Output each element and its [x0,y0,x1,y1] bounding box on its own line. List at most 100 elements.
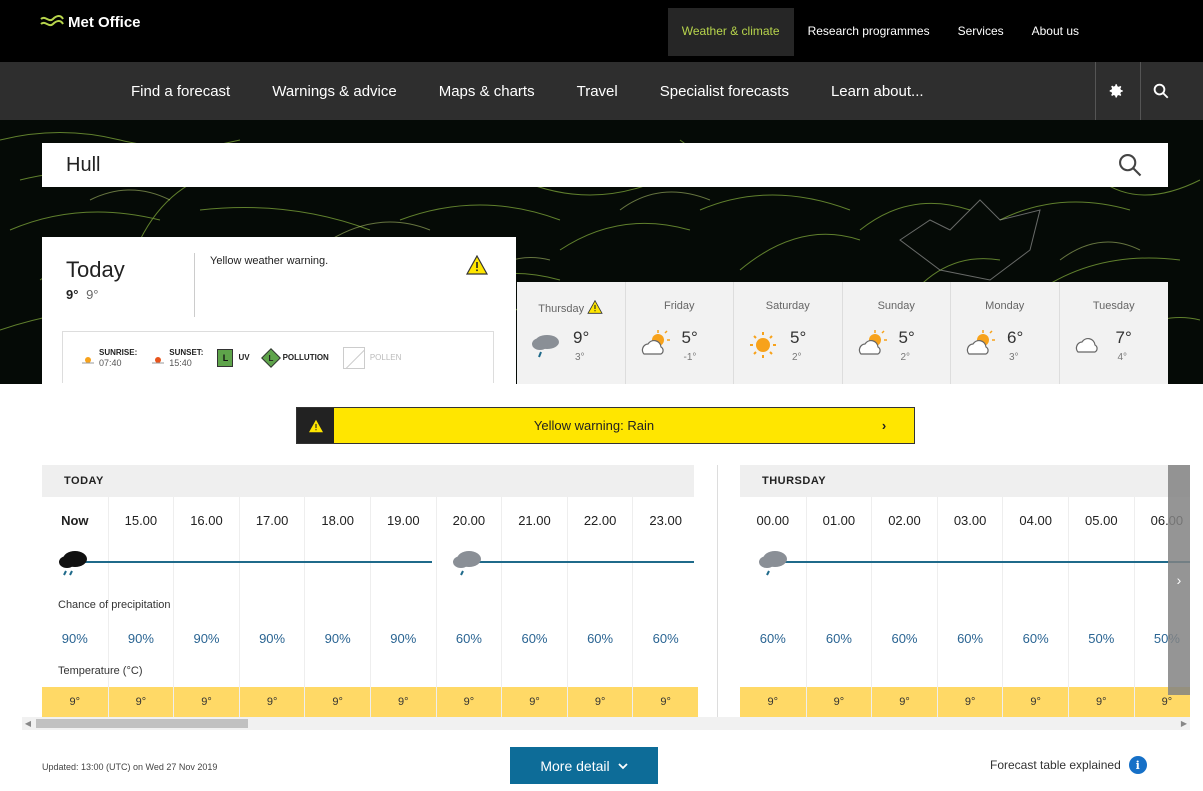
top-bar: Met Office Weather & climate Research pr… [0,0,1203,62]
settings-button[interactable] [1095,62,1135,120]
sunset-time: 15:40 [169,357,192,368]
weather-timeline [778,561,1190,563]
pollution-indicator[interactable]: L POLLUTION [260,347,329,368]
more-detail-label: More detail [540,757,610,774]
top-nav-about[interactable]: About us [1018,8,1093,56]
day-max-temp: 5° [790,328,807,347]
temperature-cell: 9° [1069,687,1134,717]
day-min-temp: 3° [1009,352,1019,363]
hour-column: 21.00 60% 9° [501,497,567,717]
horizontal-scrollbar[interactable]: ◀ ▶ [22,717,1190,730]
day-min-temp: 4° [1117,352,1128,363]
cloud-icon [1075,337,1098,353]
hour-column: 19.00 90% 9° [370,497,436,717]
uv-indicator[interactable]: L UV [217,348,250,367]
top-nav-weather-climate[interactable]: Weather & climate [667,8,794,56]
uv-level-badge: L [217,348,234,367]
today-summary-card[interactable]: Today 9° 9° Yellow weather warning. SUNR… [42,237,516,384]
hour-column: 05.00 50% 9° [1068,497,1134,717]
today-header: TODAY [42,465,694,497]
search-icon [1153,83,1168,99]
day-min-temp: 2° [900,352,911,363]
pollen-indicator[interactable]: POLLEN [342,346,401,369]
precip-chance: 90% [193,631,220,646]
explained-label: Forecast table explained [990,758,1121,772]
nav-find-forecast[interactable]: Find a forecast [110,83,251,100]
hour-label: Now [61,513,89,528]
scroll-left-arrow[interactable]: ◀ [22,718,34,729]
hour-label: 17.00 [255,513,289,528]
top-nav-services[interactable]: Services [944,8,1018,56]
weather-timeline [476,561,694,563]
day-tab-friday[interactable]: Friday 5° -1° [625,282,734,384]
search-submit-button[interactable] [1116,151,1144,179]
sunny-intervals-icon [641,330,670,355]
temperature-label: Temperature (°C) [58,665,143,677]
day-tab-thursday[interactable]: Thursday 9° 3° [517,282,626,384]
thursday-header: THURSDAY [740,465,1190,497]
hour-column: 16.00 90% 9° [173,497,239,717]
gear-icon [1109,84,1123,98]
hour-label: 03.00 [953,513,987,528]
more-detail-button[interactable]: More detail [510,747,658,784]
search-input[interactable] [42,143,1102,187]
sunrise: SUNRISE: 07:40 [81,348,137,368]
nav-learn-about[interactable]: Learn about... [810,83,945,100]
day-tab-monday[interactable]: Monday 6° 3° [951,282,1060,384]
today-max-temp: 9° [66,287,79,302]
precipitation-label: Chance of precipitation [58,599,171,611]
hour-label: 01.00 [822,513,856,528]
temperature-cell: 9° [436,687,502,717]
day-tab-tuesday[interactable]: Tuesday 7° 4° [1059,282,1168,384]
day-min-temp: 3° [575,352,585,363]
day-name: Friday [663,300,695,312]
day-tab-saturday[interactable]: Saturday 5° 2° [734,282,843,384]
day-separator [717,465,739,717]
nav-search-button[interactable] [1140,62,1180,120]
hour-label: 02.00 [888,513,921,528]
forecast-table-explained-link[interactable]: Forecast table explained i [990,756,1147,774]
day-tabs: Thursday 9° 3° Friday 5° -1° Saturday 5°… [517,282,1168,384]
nav-warnings[interactable]: Warnings & advice [251,83,418,100]
location-search [42,143,1168,187]
search-icon [1119,154,1142,177]
temperature-cell: 9° [239,687,305,717]
sunset: SUNSET: 15:40 [151,348,203,368]
scrollbar-thumb[interactable] [36,719,248,728]
temperature-cell: 9° [806,687,872,717]
nav-travel[interactable]: Travel [556,83,639,100]
light-rain-icon [759,551,787,576]
hour-label: 16.00 [190,513,223,528]
scroll-right-button[interactable]: › [1168,465,1190,695]
temperature-cell: 9° [42,687,108,717]
day-tab-sunday[interactable]: Sunday 5° 2° [842,282,951,384]
day-name: Monday [985,300,1025,312]
today-temperatures: 9° 9° [66,287,99,302]
hour-label: 19.00 [387,513,420,528]
sunset-icon [152,356,165,363]
precip-chance: 90% [259,631,286,646]
sunrise-icon [82,356,94,363]
nav-specialist[interactable]: Specialist forecasts [639,83,810,100]
precip-chance: 60% [957,631,984,646]
today-info-strip: SUNRISE: 07:40 SUNSET: 15:40 L UV L POLLUT… [62,331,494,383]
pollution-label: POLLUTION [282,353,329,362]
today-min-temp: 9° [86,287,99,302]
warning-banner[interactable]: Yellow warning: Rain › [296,407,915,444]
light-rain-icon [453,551,481,576]
hour-column: 17.00 90% 9° [238,497,305,717]
temperature-cell: 9° [567,687,633,717]
hour-column: 20.00 60% 9° [435,497,502,717]
precip-chance: 60% [1022,631,1049,646]
scroll-right-arrow[interactable]: ▶ [1178,718,1190,729]
rain-cloud-icon [532,335,559,358]
met-office-logo[interactable]: Met Office [40,12,141,32]
temperature-cell: 9° [937,687,1003,717]
nav-maps-charts[interactable]: Maps & charts [418,83,556,100]
warning-banner-text: Yellow warning: Rain [533,418,655,433]
pollen-badge [342,346,365,369]
top-nav-research[interactable]: Research programmes [794,8,944,56]
hour-column: 00.00 60% 9° [740,497,806,717]
day-name: Thursday [517,299,625,315]
precip-chance: 60% [587,631,614,646]
